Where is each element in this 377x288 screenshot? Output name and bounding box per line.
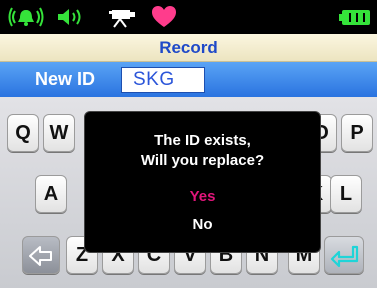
page-title: Record bbox=[0, 34, 377, 62]
replace-dialog: The ID exists, Will you replace? Yes No bbox=[84, 111, 321, 253]
enter-icon bbox=[330, 245, 359, 268]
key-l[interactable]: L bbox=[330, 175, 362, 213]
backspace-icon bbox=[29, 246, 52, 266]
dialog-message-line-2: Will you replace? bbox=[140, 152, 265, 169]
key-a[interactable]: A bbox=[35, 175, 67, 213]
battery-icon bbox=[339, 10, 370, 25]
camcorder-icon bbox=[109, 10, 135, 28]
id-input[interactable]: SKG bbox=[121, 67, 205, 93]
no-button[interactable]: No bbox=[85, 216, 320, 233]
dialog-message-line-1: The ID exists, bbox=[154, 132, 251, 149]
key-w[interactable]: W bbox=[43, 114, 75, 152]
status-bar bbox=[0, 0, 377, 34]
backspace-key[interactable] bbox=[22, 236, 60, 274]
new-id-label: New ID bbox=[35, 69, 96, 89]
yes-button[interactable]: Yes bbox=[85, 188, 320, 205]
id-row: New ID SKG bbox=[0, 62, 377, 97]
speaker-volume-icon bbox=[58, 9, 81, 25]
enter-key[interactable] bbox=[324, 236, 364, 274]
heart-icon bbox=[152, 6, 176, 27]
ring-vibrate-icon bbox=[8, 7, 44, 27]
key-q[interactable]: Q bbox=[7, 114, 39, 152]
key-p[interactable]: P bbox=[341, 114, 373, 152]
